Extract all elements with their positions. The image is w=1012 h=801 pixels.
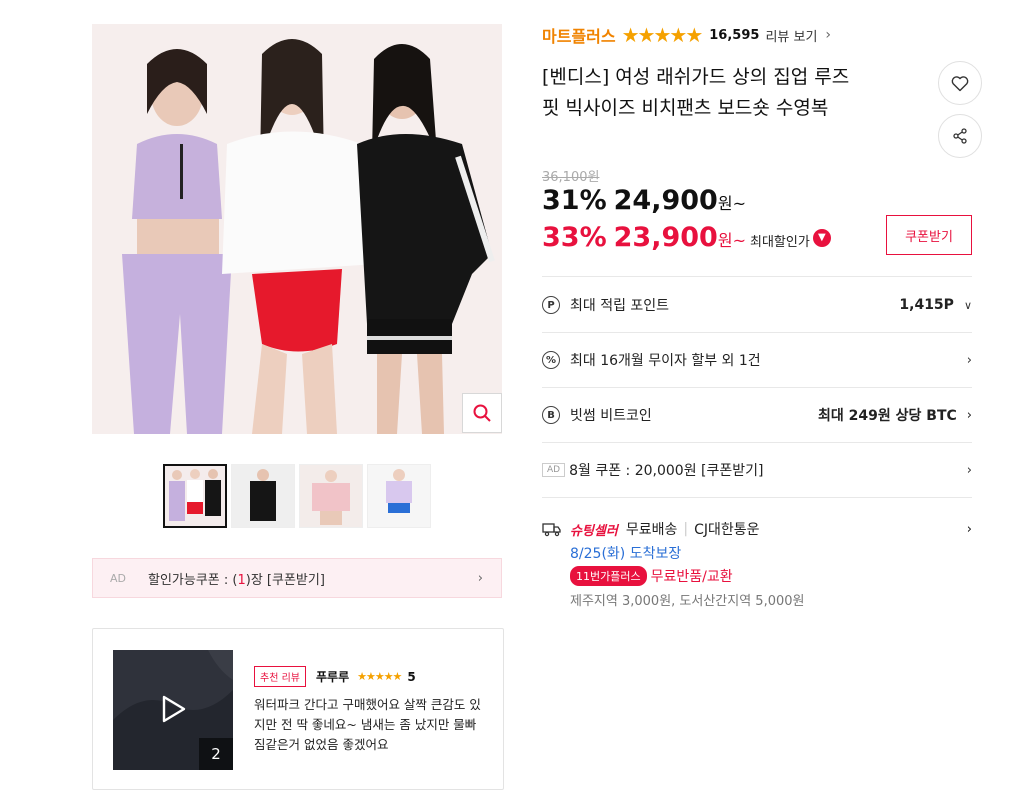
search-icon xyxy=(473,404,491,422)
coupon-text-prefix: 할인가능쿠폰 : ( xyxy=(148,572,238,588)
chevron-down-icon[interactable]: ▼ xyxy=(812,228,831,247)
review-author: 푸루루 xyxy=(315,670,350,684)
price-row-1: 31% 24,900 원~ xyxy=(542,185,746,216)
free-shipping: 무료배송 xyxy=(625,522,678,538)
heart-icon xyxy=(951,75,969,91)
rating-stars: ★★★★★ xyxy=(621,23,704,47)
review-count: 16,595 xyxy=(709,27,760,43)
review-card[interactable]: 2 추천 리뷰 푸루루 ★★★★★ 5 워터파크 간다고 구매했어요 살짝 큰감… xyxy=(92,628,504,790)
thumbnail-image xyxy=(368,465,430,527)
chevron-right-icon: › xyxy=(966,352,972,368)
discount2-unit: 원~ xyxy=(717,231,746,250)
11st-plus-badge: 11번가플러스 xyxy=(570,566,647,586)
chevron-down-icon: ∨ xyxy=(963,298,972,312)
brand-row: 마트플러스 ★★★★★ 16,595 리뷰 보기 › xyxy=(542,23,831,47)
thumbnail-image xyxy=(165,466,225,526)
product-title-line1: [벤디스] 여성 래쉬가드 상의 집업 루즈 xyxy=(542,66,850,88)
chevron-right-icon: › xyxy=(966,521,972,537)
chevron-right-icon: › xyxy=(966,407,972,423)
carrier: CJ대한통운 xyxy=(694,522,760,538)
zoom-button[interactable] xyxy=(462,393,502,433)
free-returns: 무료반품/교환 xyxy=(650,569,733,585)
thumbnail-image xyxy=(232,465,294,527)
review-link[interactable]: 리뷰 보기 xyxy=(765,26,817,45)
divider xyxy=(542,497,972,498)
point-icon: P xyxy=(542,296,560,314)
row-label: 최대 적립 포인트 xyxy=(570,298,670,314)
row-value: 최대 249원 상당 BTC xyxy=(818,408,957,424)
chevron-right-icon: › xyxy=(825,27,832,43)
share-button[interactable] xyxy=(938,114,982,158)
discount1-unit: 원~ xyxy=(717,194,746,213)
store-name[interactable]: 마트플러스 xyxy=(542,23,616,47)
row-value: 1,415P xyxy=(899,297,954,313)
play-icon xyxy=(162,695,186,723)
ad-label: AD xyxy=(110,571,126,585)
row-bitcoin[interactable]: B 빗썸 비트코인 최대 249원 상당 BTC › xyxy=(542,388,972,442)
truck-icon xyxy=(542,523,561,537)
discount2-price: 23,900 xyxy=(613,222,718,253)
coupon-bar-text: 할인가능쿠폰 : (1)장 [쿠폰받기] xyxy=(148,569,325,588)
row-label: 빗썸 비트코인 xyxy=(570,408,652,424)
thumbnail-2[interactable] xyxy=(231,464,295,528)
share-icon xyxy=(953,128,967,144)
row-label: 8월 쿠폰 : 20,000원 [쿠폰받기] xyxy=(569,463,764,479)
coupon-download-button[interactable]: 쿠폰받기 xyxy=(886,215,972,255)
extra-shipping-fee: 제주지역 3,000원, 도서산간지역 5,000원 xyxy=(570,594,805,609)
row-august-coupon[interactable]: AD 8월 쿠폰 : 20,000원 [쿠폰받기] › xyxy=(542,443,972,497)
discount2-percent: 33% xyxy=(542,222,607,253)
coupon-count: 1 xyxy=(237,572,246,588)
shooting-seller-badge: 슈팅셀러 xyxy=(570,523,618,539)
review-stars: ★★★★★ xyxy=(357,670,402,683)
review-score: 5 xyxy=(407,669,416,684)
ad-badge: AD xyxy=(542,463,566,477)
row-points[interactable]: P 최대 적립 포인트 1,415P ∨ xyxy=(542,278,972,332)
delivery-eta: 8/25(화) 도착보장 xyxy=(570,546,682,562)
original-price: 36,100원 xyxy=(542,170,600,185)
product-photo-illustration xyxy=(92,24,502,434)
row-installment[interactable]: % 최대 16개월 무이자 할부 외 1건 › xyxy=(542,333,972,387)
max-discount-label[interactable]: 최대할인가 xyxy=(750,231,810,250)
main-product-image[interactable] xyxy=(92,24,502,434)
percent-icon: % xyxy=(542,351,560,369)
media-count: 2 xyxy=(199,738,233,770)
separator: | xyxy=(683,521,689,537)
divider xyxy=(542,276,972,277)
chevron-right-icon: › xyxy=(966,462,972,478)
price-row-2: 33% 23,900 원~ 최대할인가 ▼ xyxy=(542,222,831,253)
recommend-badge: 추천 리뷰 xyxy=(254,666,306,687)
discount1-price: 24,900 xyxy=(613,185,718,216)
product-title-line2: 핏 빅사이즈 비치팬츠 보드숏 수영복 xyxy=(542,97,829,119)
wishlist-button[interactable] xyxy=(938,61,982,105)
coupon-bar[interactable]: AD 할인가능쿠폰 : (1)장 [쿠폰받기] › xyxy=(92,558,502,598)
thumbnail-4[interactable] xyxy=(367,464,431,528)
coupon-text-suffix: )장 [쿠폰받기] xyxy=(245,572,325,588)
row-label: 최대 16개월 무이자 할부 외 1건 xyxy=(570,353,761,369)
thumbnail-3[interactable] xyxy=(299,464,363,528)
bitcoin-icon: B xyxy=(542,406,560,424)
thumbnail-image xyxy=(300,465,362,527)
review-video-thumbnail[interactable]: 2 xyxy=(113,650,233,770)
thumbnail-1[interactable] xyxy=(163,464,227,528)
product-title: [벤디스] 여성 래쉬가드 상의 집업 루즈 핏 빅사이즈 비치팬츠 보드숏 수… xyxy=(542,62,932,124)
discount1-percent: 31% xyxy=(542,185,607,216)
review-text: 워터파크 간다고 구매했어요 살짝 큰감도 있지만 전 딱 좋네요~ 냄새는 좀… xyxy=(254,697,481,752)
chevron-right-icon: › xyxy=(477,570,483,586)
shipping-section[interactable]: 슈팅셀러 무료배송 | CJ대한통운 › 8/25(화) 도착보장 11번가플러… xyxy=(542,518,972,609)
